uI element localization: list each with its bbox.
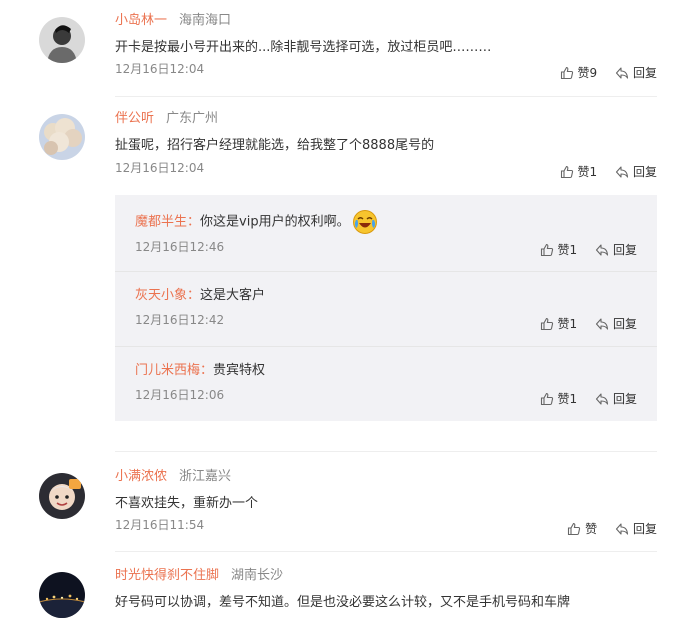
- like-count: 赞1: [557, 243, 578, 257]
- reply-text: 这是大客户: [200, 288, 266, 303]
- thumbs-up-icon: [560, 165, 573, 179]
- reply-label: 回复: [632, 66, 657, 80]
- thumbs-up-icon: [540, 243, 553, 257]
- like-count: 赞1: [577, 165, 598, 179]
- username[interactable]: 小满浓侬: [115, 469, 167, 484]
- username[interactable]: 小岛林一: [115, 13, 167, 28]
- user-location: 海南海口: [179, 13, 232, 28]
- comment-time: 12月16日12:04: [115, 62, 205, 76]
- username[interactable]: 时光快得刹不住脚: [115, 568, 219, 583]
- like-count: 赞1: [557, 392, 578, 406]
- thumbs-up-icon: [560, 66, 573, 80]
- reply-arrow-icon: [595, 393, 609, 405]
- laugh-cry-emoji-icon: [352, 210, 377, 234]
- reply-arrow-icon: [615, 523, 629, 535]
- reply-button[interactable]: 回复: [595, 316, 637, 332]
- username[interactable]: 伴公听: [115, 111, 154, 126]
- like-button[interactable]: 赞1: [540, 316, 578, 332]
- user-location: 湖南长沙: [231, 568, 284, 583]
- reply-username[interactable]: 魔都半生: [135, 215, 187, 230]
- reply-time: 12月16日12:46: [135, 240, 225, 254]
- divider: [115, 551, 657, 552]
- like-button[interactable]: 赞: [567, 521, 597, 537]
- thumbs-up-icon: [568, 522, 581, 536]
- comment-text: 开卡是按最小号开出来的...除非靓号选择可选，放过柜员吧………: [115, 40, 492, 55]
- like-button[interactable]: 赞9: [560, 65, 598, 81]
- reply-colon: ：: [187, 288, 201, 303]
- reply-button[interactable]: 回复: [615, 65, 657, 81]
- reply-time: 12月16日12:06: [135, 388, 225, 402]
- reply-colon: ：: [200, 363, 214, 378]
- thumbs-up-icon: [540, 392, 553, 406]
- reply-button[interactable]: 回复: [615, 164, 657, 180]
- like-button[interactable]: 赞1: [540, 242, 578, 258]
- like-count: 赞: [585, 522, 598, 536]
- divider: [115, 451, 657, 452]
- user-location: 浙江嘉兴: [179, 469, 232, 484]
- reply-thread: 魔都半生：你这是vip用户的权利啊。 12月16日12:46 赞1 回复 灰天小…: [115, 195, 657, 421]
- reply-arrow-icon: [615, 67, 629, 79]
- comment-time: 12月16日11:54: [115, 518, 205, 532]
- comment-text: 不喜欢挂失，重新办一个: [115, 496, 259, 511]
- avatar[interactable]: [39, 572, 85, 618]
- reply-username[interactable]: 门儿米西梅: [135, 363, 200, 378]
- reply-username[interactable]: 灰天小象: [135, 288, 187, 303]
- reply-button[interactable]: 回复: [615, 521, 657, 537]
- reply-text: 贵宾特权: [213, 363, 266, 378]
- reply-label: 回复: [612, 317, 637, 331]
- reply-button[interactable]: 回复: [595, 242, 637, 258]
- reply-arrow-icon: [615, 166, 629, 178]
- comment-text: 扯蛋呢，招行客户经理就能选，给我整了个8888尾号的: [115, 138, 435, 153]
- comment-text: 好号码可以协调，差号不知道。但是也没必要这么计较，又不是手机号码和车牌: [115, 595, 571, 610]
- thumbs-up-icon: [540, 317, 553, 331]
- like-button[interactable]: 赞1: [540, 391, 578, 407]
- reply-label: 回复: [612, 243, 637, 257]
- avatar[interactable]: [39, 17, 85, 63]
- divider: [115, 96, 657, 97]
- comment-time: 12月16日12:04: [115, 161, 205, 175]
- reply-time: 12月16日12:42: [135, 313, 225, 327]
- reply-label: 回复: [632, 165, 657, 179]
- reply-arrow-icon: [595, 244, 609, 256]
- like-button[interactable]: 赞1: [560, 164, 598, 180]
- like-count: 赞9: [577, 66, 598, 80]
- reply-text: 你这是vip用户的权利啊。: [200, 214, 350, 230]
- reply-arrow-icon: [595, 318, 609, 330]
- avatar[interactable]: [39, 473, 85, 519]
- user-location: 广东广州: [166, 111, 219, 126]
- reply-colon: ：: [187, 214, 201, 230]
- reply-item: 门儿米西梅：贵宾特权 12月16日12:06 赞1 回复: [115, 346, 657, 422]
- reply-label: 回复: [632, 522, 657, 536]
- reply-item: 灰天小象：这是大客户 12月16日12:42 赞1 回复: [115, 271, 657, 347]
- reply-label: 回复: [612, 392, 637, 406]
- reply-button[interactable]: 回复: [595, 391, 637, 407]
- reply-item: 魔都半生：你这是vip用户的权利啊。 12月16日12:46 赞1 回复: [115, 195, 657, 270]
- like-count: 赞1: [557, 317, 578, 331]
- avatar[interactable]: [39, 114, 85, 160]
